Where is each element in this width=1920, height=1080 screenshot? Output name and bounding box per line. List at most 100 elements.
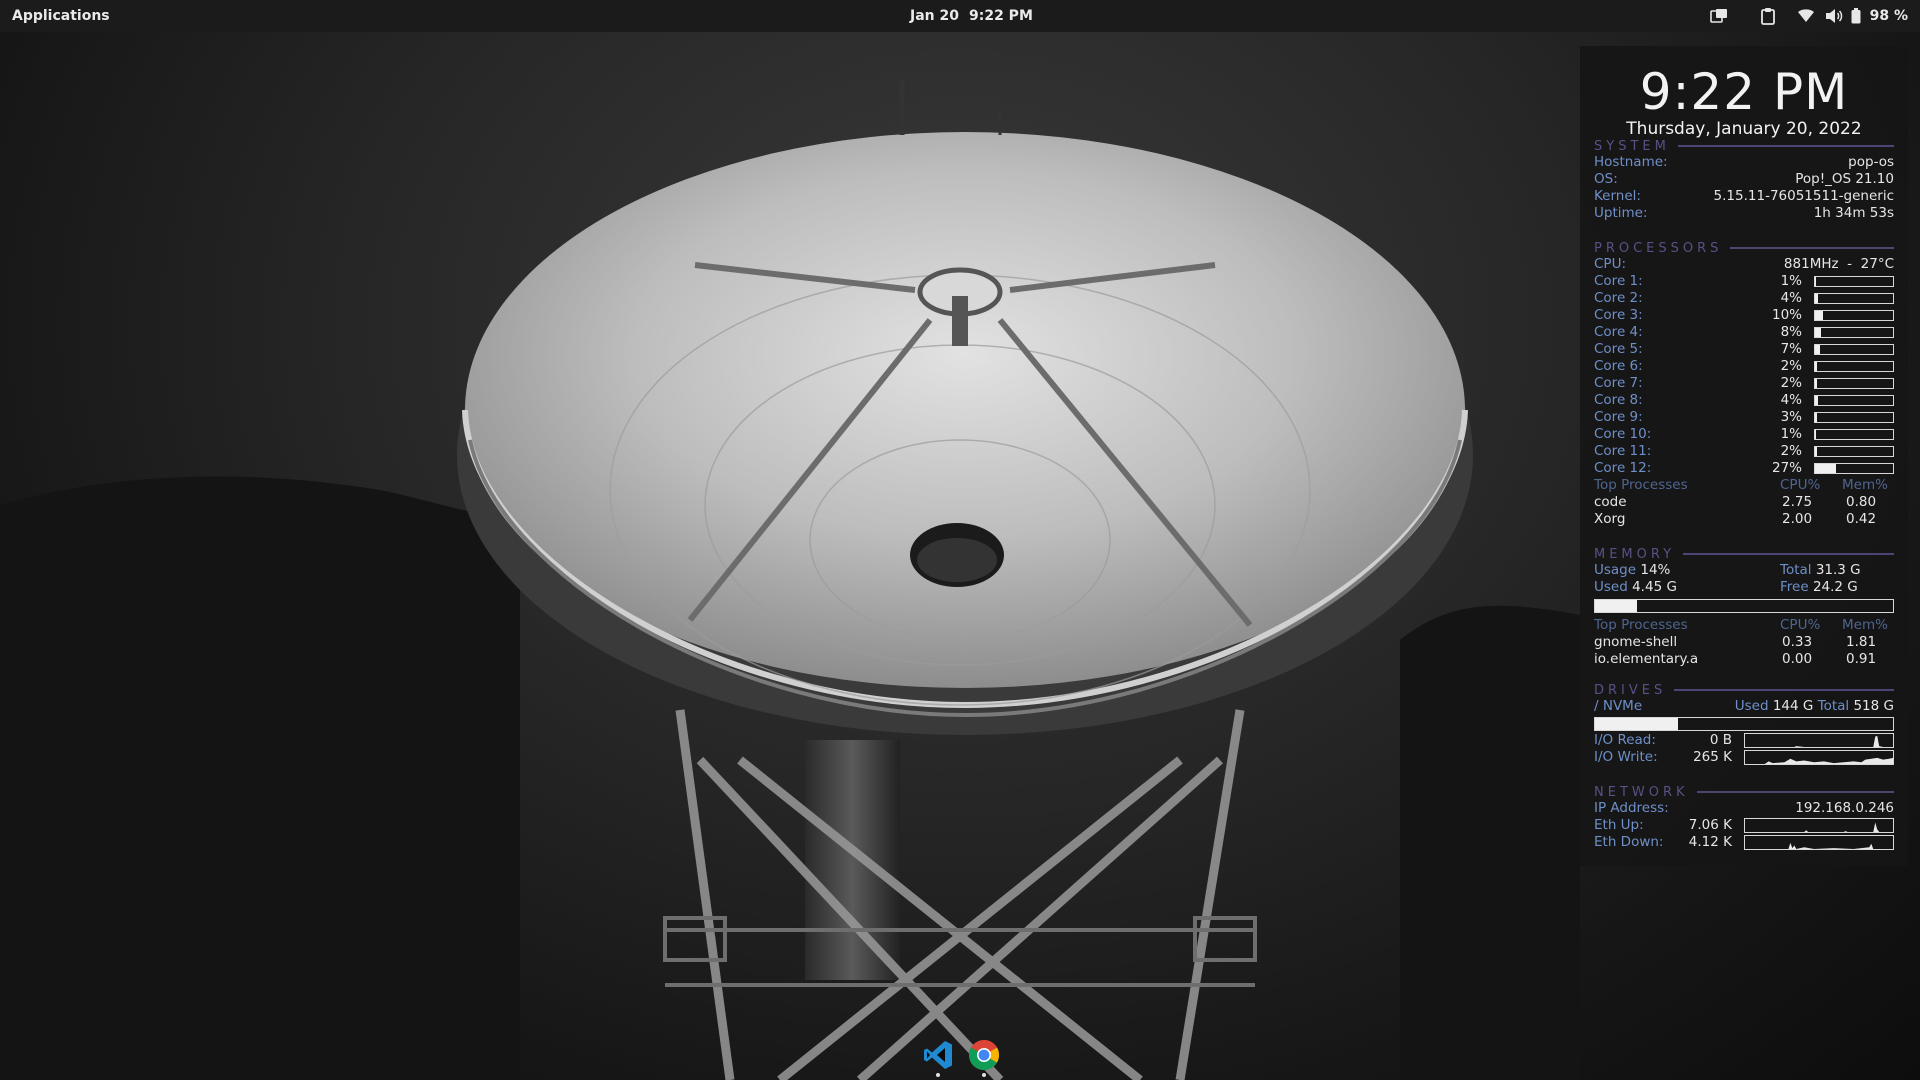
- core-usage-bar: [1814, 378, 1894, 389]
- drive-bar-row: [1594, 715, 1894, 733]
- hostname-value: pop-os: [1848, 154, 1894, 170]
- memory-usage-row: Usage 14% Total 31.3 G: [1594, 562, 1861, 578]
- io-read-value: 0 B: [1709, 732, 1732, 748]
- conky-date: Thursday, January 20, 2022: [1626, 119, 1862, 139]
- dock-item-chrome[interactable]: [962, 1032, 1006, 1078]
- core-label: Core 10:: [1594, 426, 1652, 442]
- memory-used-row: Used 4.45 G Free 24.2 G: [1594, 579, 1858, 595]
- core-usage-bar: [1814, 412, 1894, 423]
- core-label: Core 7:: [1594, 375, 1643, 391]
- memory-heading: MEMORY: [1594, 546, 1894, 562]
- system-tray: 98 %: [1694, 0, 1908, 32]
- eth-up-graph: [1744, 818, 1894, 833]
- core-usage-bar: [1814, 327, 1894, 338]
- conky-time: 9:22 PM: [1639, 63, 1849, 121]
- cpu-core-row: Core 6: 2%: [1594, 358, 1894, 375]
- cpu-core-row: Core 8: 4%: [1594, 392, 1894, 409]
- kernel-value: 5.15.11-76051511-generic: [1713, 188, 1894, 204]
- window-switcher-icon[interactable]: [1694, 0, 1744, 32]
- cpu-core-row: Core 2: 4%: [1594, 290, 1894, 307]
- core-usage-bar: [1814, 429, 1894, 440]
- eth-down-graph: [1744, 835, 1894, 850]
- core-usage-bar: [1814, 310, 1894, 321]
- io-write-value: 265 K: [1693, 749, 1732, 765]
- core-percent: 1%: [1780, 426, 1802, 442]
- cpu-core-row: Core 1: 1%: [1594, 273, 1894, 290]
- core-label: Core 3:: [1594, 307, 1643, 323]
- core-usage-bar: [1814, 293, 1894, 304]
- conky-system-monitor: 9:22 PM Thursday, January 20, 2022 SYSTE…: [1580, 46, 1908, 866]
- cpu-core-row: Core 7: 2%: [1594, 375, 1894, 392]
- clipboard-icon[interactable]: [1744, 0, 1792, 32]
- core-percent: 7%: [1780, 341, 1802, 357]
- io-write-graph: [1744, 750, 1894, 765]
- core-percent: 27%: [1771, 460, 1802, 476]
- topbar-clock[interactable]: Jan 20 9:22 PM: [910, 0, 1033, 32]
- core-percent: 2%: [1780, 375, 1802, 391]
- cpu-top-processes-header: Top Processes CPU% Mem%: [1594, 477, 1888, 493]
- core-percent: 2%: [1780, 443, 1802, 459]
- drive-total-value: 518 G: [1853, 698, 1894, 714]
- core-label: Core 6:: [1594, 358, 1643, 374]
- network-heading: NETWORK: [1594, 784, 1894, 800]
- uptime-row: Uptime: 1h 34m 53s: [1594, 205, 1894, 221]
- core-label: Core 4:: [1594, 324, 1643, 340]
- kernel-row: Kernel: 5.15.11-76051511-generic: [1594, 188, 1894, 204]
- memory-usage-bar: [1594, 599, 1894, 613]
- cpu-row: CPU: 881MHz - 27°C: [1594, 256, 1894, 272]
- battery-percentage[interactable]: 98 %: [1870, 8, 1908, 24]
- drive-usage-bar: [1594, 717, 1894, 731]
- cpu-core-row: Core 10: 1%: [1594, 426, 1894, 443]
- core-usage-bar: [1814, 395, 1894, 406]
- running-indicator: [982, 1073, 986, 1077]
- topbar-date: Jan 20: [910, 8, 959, 24]
- core-usage-bar: [1814, 361, 1894, 372]
- core-usage-bar: [1814, 446, 1894, 457]
- mem-top-processes-header: Top Processes CPU% Mem%: [1594, 617, 1888, 633]
- io-read-row: I/O Read: 0 B: [1594, 732, 1894, 749]
- volume-icon[interactable]: [1820, 0, 1848, 32]
- cpu-top-process-row: Xorg 2.00 0.42: [1594, 511, 1877, 527]
- core-percent: 4%: [1780, 290, 1802, 306]
- core-label: Core 8:: [1594, 392, 1643, 408]
- core-usage-bar: [1814, 463, 1894, 474]
- uptime-value: 1h 34m 53s: [1813, 205, 1894, 221]
- running-indicator: [936, 1073, 940, 1077]
- memory-total-value: 31.3 G: [1815, 562, 1861, 578]
- wifi-icon[interactable]: [1792, 0, 1820, 32]
- processors-heading: PROCESSORS: [1594, 240, 1894, 256]
- core-percent: 1%: [1780, 273, 1802, 289]
- dock: [916, 1032, 1006, 1080]
- ip-row: IP Address: 192.168.0.246: [1594, 800, 1894, 816]
- core-percent: 8%: [1780, 324, 1802, 340]
- os-value: Pop!_OS 21.10: [1795, 171, 1894, 187]
- core-label: Core 1:: [1594, 273, 1643, 289]
- vscode-icon: [924, 1041, 952, 1069]
- top-panel: Applications Jan 20 9:22 PM 98 %: [0, 0, 1920, 32]
- memory-free-value: 24.2 G: [1812, 579, 1858, 595]
- eth-down-value: 4.12 K: [1688, 834, 1732, 850]
- chrome-icon: [969, 1040, 1000, 1071]
- cpu-core-row: Core 4: 8%: [1594, 324, 1894, 341]
- drive-used-value: 144 G: [1772, 698, 1814, 714]
- memory-usage-value: 14%: [1640, 562, 1671, 578]
- applications-button[interactable]: Applications: [12, 0, 110, 32]
- core-label: Core 9:: [1594, 409, 1643, 425]
- core-percent: 3%: [1780, 409, 1802, 425]
- cpu-top-process-row: code 2.75 0.80: [1594, 494, 1877, 510]
- core-percent: 10%: [1771, 307, 1802, 323]
- drive-mount: / NVMe: [1594, 698, 1643, 714]
- mem-top-process-row: gnome-shell 0.33 1.81: [1594, 634, 1877, 650]
- core-percent: 2%: [1780, 358, 1802, 374]
- cpu-freq-temp: 881MHz - 27°C: [1783, 256, 1894, 272]
- os-row: OS: Pop!_OS 21.10: [1594, 171, 1894, 187]
- cpu-core-row: Core 5: 7%: [1594, 341, 1894, 358]
- core-label: Core 11:: [1594, 443, 1652, 459]
- memory-used-value: 4.45 G: [1632, 579, 1677, 595]
- core-usage-bar: [1814, 276, 1894, 287]
- eth-up-value: 7.06 K: [1688, 817, 1732, 833]
- core-percent: 4%: [1780, 392, 1802, 408]
- dock-item-vscode[interactable]: [916, 1032, 960, 1078]
- battery-icon[interactable]: [1848, 0, 1864, 32]
- drives-heading: DRIVES: [1594, 682, 1894, 698]
